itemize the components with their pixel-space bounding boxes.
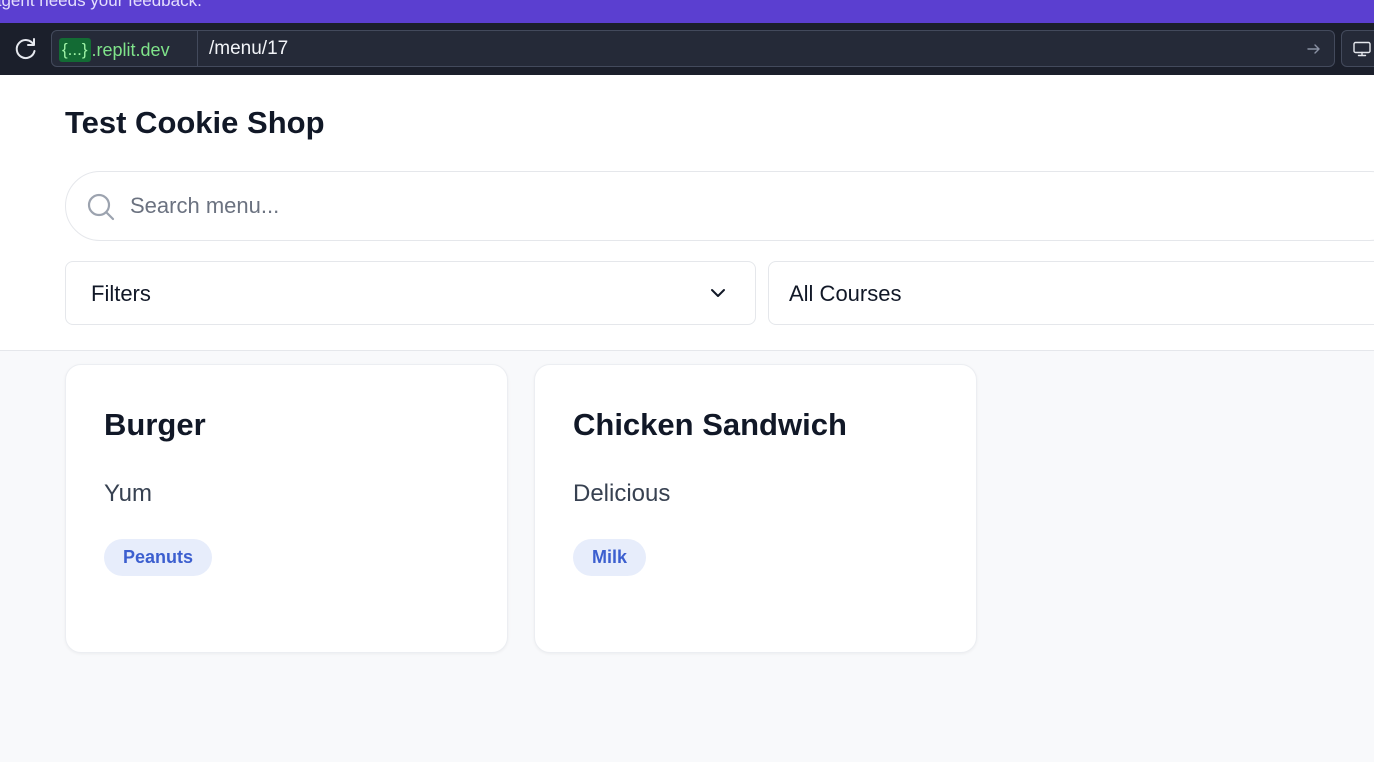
feedback-banner-text: agent needs your feedback. — [0, 0, 202, 10]
url-divider — [197, 31, 198, 66]
menu-item-description: Yum — [104, 480, 153, 507]
url-path[interactable]: /menu/17 — [209, 38, 288, 60]
search-input[interactable] — [130, 190, 1030, 222]
menu-item-name: Chicken Sandwich — [573, 407, 847, 442]
feedback-banner[interactable]: agent needs your feedback. — [0, 0, 1374, 23]
course-select[interactable]: All Courses — [768, 261, 1374, 325]
filters-dropdown[interactable]: Filters — [65, 261, 756, 325]
search-bar[interactable] — [65, 171, 1374, 241]
arrow-right-icon[interactable] — [1306, 41, 1322, 57]
menu-item-name: Burger — [104, 407, 206, 442]
browser-toolbar: {...} .replit.dev /menu/17 — [0, 23, 1374, 75]
allergen-tag: Peanuts — [104, 539, 213, 576]
search-icon — [87, 193, 115, 221]
page-title: Test Cookie Shop — [65, 105, 325, 140]
menu-item-card[interactable]: Burger Yum Peanuts — [65, 364, 508, 653]
course-select-value: All Courses — [789, 281, 902, 306]
chevron-down-icon — [711, 289, 725, 297]
device-preview-button[interactable] — [1341, 30, 1374, 67]
menu-item-description: Delicious — [573, 480, 671, 507]
allergen-tag: Milk — [573, 539, 647, 576]
reload-icon[interactable] — [13, 36, 39, 62]
host-domain: .replit.dev — [91, 39, 170, 60]
url-host: {...} .replit.dev — [59, 38, 170, 62]
address-bar[interactable]: {...} .replit.dev /menu/17 — [51, 30, 1335, 67]
menu-item-card[interactable]: Chicken Sandwich Delicious Milk — [534, 364, 977, 653]
monitor-icon — [1353, 41, 1371, 57]
host-badge: {...} — [59, 38, 91, 62]
filters-label: Filters — [91, 281, 151, 306]
shop-header: Test Cookie Shop Filters All Courses — [0, 75, 1374, 351]
